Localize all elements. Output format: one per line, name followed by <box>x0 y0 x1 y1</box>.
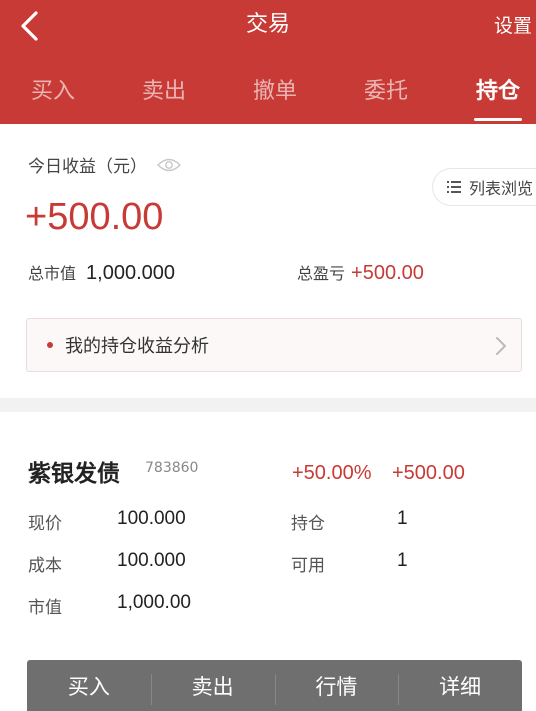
total-pl-value: +500.00 <box>351 262 424 284</box>
available-label: 可用 <box>291 556 325 576</box>
tab-bar: 买入 卖出 撤单 委托 持仓 <box>0 62 536 124</box>
details-button[interactable]: 详细 <box>398 660 522 711</box>
tab-buy[interactable]: 买入 <box>31 76 75 108</box>
holding-label: 持仓 <box>291 514 325 534</box>
bullet-dot <box>47 342 53 348</box>
market-value-amount: 1,000.00 <box>117 592 191 613</box>
stock-name: 紫银发债 <box>28 461 120 487</box>
section-divider <box>0 398 536 412</box>
position-action-bar: 买入 卖出 行情 详细 <box>27 660 522 711</box>
market-value-label: 市值 <box>28 598 62 618</box>
position-card[interactable]: 紫银发债 783860 +50.00% +500.00 现价 100.000 持… <box>0 412 536 652</box>
total-pl-stat: 总盈亏 +500.00 <box>297 260 424 285</box>
list-icon <box>447 180 461 194</box>
active-tab-indicator <box>474 118 522 121</box>
tab-holdings[interactable]: 持仓 <box>476 76 520 108</box>
eye-icon[interactable] <box>157 158 181 172</box>
quote-button[interactable]: 行情 <box>274 660 399 711</box>
page-title: 交易 <box>245 12 290 37</box>
settings-button[interactable]: 设置 <box>494 12 532 40</box>
available-value: 1 <box>397 550 408 571</box>
cost-label: 成本 <box>28 556 62 576</box>
tab-cancel[interactable]: 撤单 <box>253 76 297 108</box>
sell-button[interactable]: 卖出 <box>150 660 275 711</box>
app-header: 交易 设置 买入 卖出 撤单 委托 持仓 <box>0 0 536 124</box>
today-income-label-row: 今日收益（元） <box>28 152 181 177</box>
chevron-right-icon <box>495 336 507 360</box>
cost-value: 100.000 <box>117 550 186 571</box>
total-pl-label: 总盈亏 <box>297 264 346 283</box>
profit-amount: +500.00 <box>392 462 465 484</box>
today-income-label: 今日收益（元） <box>28 157 147 177</box>
holding-value: 1 <box>397 508 408 529</box>
tab-orders[interactable]: 委托 <box>364 76 408 108</box>
profit-analysis-label: 我的持仓收益分析 <box>65 336 209 357</box>
market-value-label: 总市值 <box>28 264 77 283</box>
list-view-button[interactable]: 列表浏览 <box>432 168 536 206</box>
buy-button[interactable]: 买入 <box>27 660 151 711</box>
profit-percent: +50.00% <box>292 462 372 484</box>
profit-analysis-link[interactable]: 我的持仓收益分析 <box>26 318 522 372</box>
stock-code: 783860 <box>145 460 199 476</box>
tab-sell[interactable]: 卖出 <box>142 76 186 108</box>
current-price-value: 100.000 <box>117 508 186 529</box>
holdings-summary: 今日收益（元） 列表浏览 +500.00 总市值 1,000.000 总盈亏 +50… <box>0 124 536 400</box>
current-price-label: 现价 <box>28 514 62 534</box>
list-view-label: 列表浏览 <box>469 179 534 198</box>
market-value: 1,000.000 <box>86 262 175 284</box>
market-value-stat: 总市值 1,000.000 <box>28 260 175 285</box>
today-income-value: +500.00 <box>25 196 164 238</box>
